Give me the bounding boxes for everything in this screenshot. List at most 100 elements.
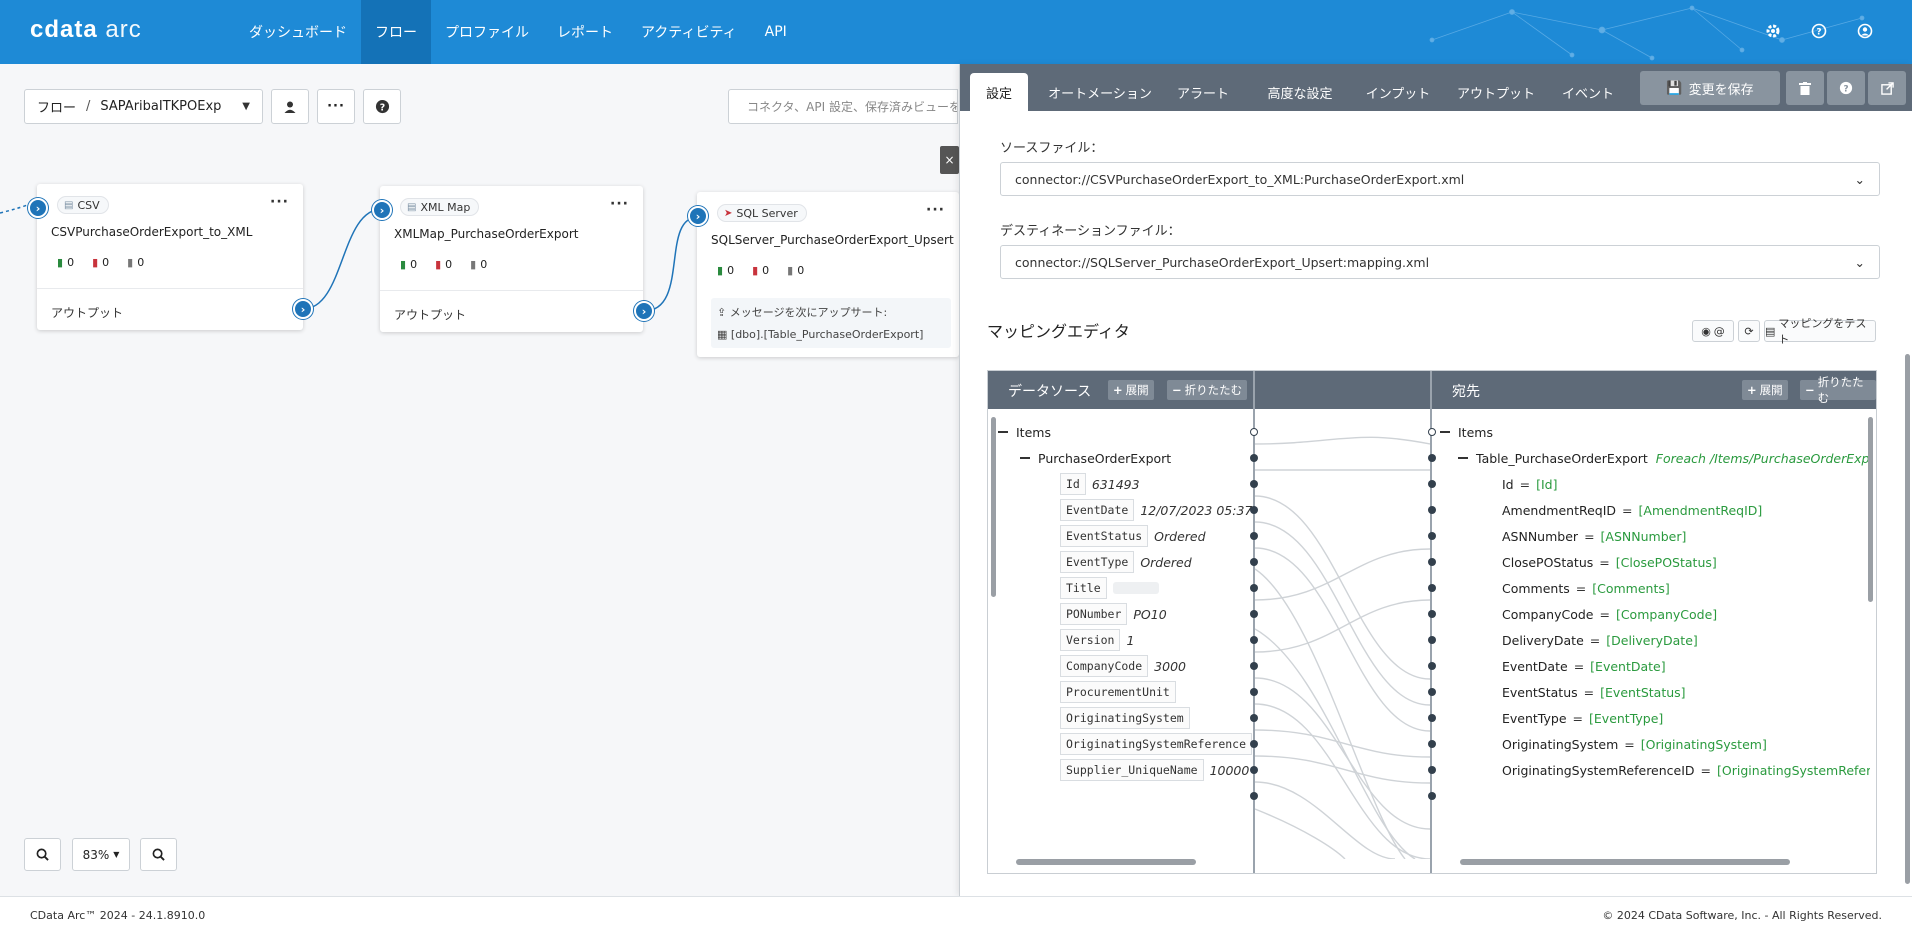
user-icon[interactable] bbox=[1854, 20, 1876, 42]
destination-field-expression[interactable]: [OriginatingSystemRefer bbox=[1717, 763, 1870, 778]
source-expand-button[interactable]: + 展開 bbox=[1108, 380, 1154, 400]
source-field-name[interactable]: Version bbox=[1060, 629, 1121, 651]
tab-input[interactable]: インプット bbox=[1354, 73, 1442, 111]
tab-alerts[interactable]: アラート bbox=[1160, 73, 1246, 111]
link-anchor-dot[interactable] bbox=[1250, 506, 1258, 514]
destination-field-row[interactable]: DeliveryDate = [DeliveryDate] bbox=[1502, 627, 1698, 653]
link-anchor-dot[interactable] bbox=[1428, 740, 1436, 748]
source-field-name[interactable]: EventType bbox=[1060, 551, 1135, 573]
tab-settings[interactable]: 設定 bbox=[970, 73, 1028, 111]
link-anchor-dot[interactable] bbox=[1428, 454, 1436, 462]
source-field-row[interactable]: EventType Ordered bbox=[1060, 549, 1192, 575]
source-collapse-button[interactable]: − 折りたたむ bbox=[1167, 380, 1248, 400]
link-anchor-dot[interactable] bbox=[1250, 766, 1258, 774]
destination-field-row[interactable]: OriginatingSystemReferenceID = [Originatin… bbox=[1502, 757, 1870, 783]
source-field-row[interactable]: OriginatingSystem bbox=[1060, 705, 1190, 731]
destination-field-expression[interactable]: [EventType] bbox=[1589, 711, 1663, 726]
destination-field-expression[interactable]: [ASNNumber] bbox=[1601, 529, 1687, 544]
link-anchor-dot[interactable] bbox=[1428, 558, 1436, 566]
open-external-button[interactable] bbox=[1868, 71, 1906, 105]
link-anchor-dot[interactable] bbox=[1250, 558, 1258, 566]
connector-card-xmlmap[interactable]: ▤ XML Map ··· XMLMap_PurchaseOrderExport… bbox=[380, 186, 643, 332]
destination-field-row[interactable]: Comments = [Comments] bbox=[1502, 575, 1670, 601]
destination-field-row[interactable]: EventType = [EventType] bbox=[1502, 705, 1663, 731]
source-field-row[interactable]: EventDate 12/07/2023 05:37 bbox=[1060, 497, 1252, 523]
connector-card-sqlserver[interactable]: ➤ SQL Server ··· SQLServer_PurchaseOrder… bbox=[697, 192, 959, 357]
card-menu-button[interactable]: ··· bbox=[926, 202, 945, 218]
link-anchor-dot[interactable] bbox=[1428, 688, 1436, 696]
refresh-button[interactable]: ⟳ bbox=[1738, 320, 1760, 342]
source-field-row[interactable]: Id 631493 bbox=[1060, 471, 1140, 497]
link-anchor-dot[interactable] bbox=[1428, 610, 1436, 618]
source-field-name[interactable]: Title bbox=[1060, 577, 1107, 599]
tab-events[interactable]: イベント bbox=[1550, 73, 1626, 111]
link-anchor-dot[interactable] bbox=[1428, 480, 1436, 488]
source-record-node[interactable]: PurchaseOrderExport bbox=[1020, 445, 1171, 471]
destination-field-expression[interactable]: [Comments] bbox=[1592, 581, 1670, 596]
destination-field-expression[interactable]: [OriginatingSystem] bbox=[1641, 737, 1767, 752]
nav-api[interactable]: API bbox=[751, 0, 801, 64]
source-field-row[interactable]: OriginatingSystemReference bbox=[1060, 731, 1253, 757]
destination-field-expression[interactable]: [CompanyCode] bbox=[1616, 607, 1717, 622]
destination-expand-button[interactable]: + 展開 bbox=[1742, 380, 1788, 400]
connector-search-input[interactable]: コネクタ、API 設定、保存済みビューを検 bbox=[728, 89, 958, 124]
destination-field-expression[interactable]: [ClosePOStatus] bbox=[1616, 555, 1717, 570]
destination-field-expression[interactable]: [Id] bbox=[1536, 477, 1557, 492]
link-anchor-dot[interactable] bbox=[1250, 480, 1258, 488]
destination-field-expression[interactable]: [DeliveryDate] bbox=[1606, 633, 1698, 648]
card-menu-button[interactable]: ··· bbox=[270, 194, 289, 210]
destination-field-row[interactable]: AmendmentReqID = [AmendmentReqID] bbox=[1502, 497, 1762, 523]
destination-vertical-scrollbar[interactable] bbox=[1868, 417, 1873, 602]
source-field-row[interactable]: Title bbox=[1060, 575, 1159, 601]
input-port[interactable]: › bbox=[688, 206, 708, 226]
link-anchor-dot[interactable] bbox=[1428, 662, 1436, 670]
card-menu-button[interactable]: ··· bbox=[610, 196, 629, 212]
source-field-name[interactable]: EventDate bbox=[1060, 499, 1135, 521]
nav-flow[interactable]: フロー bbox=[361, 0, 431, 64]
source-vertical-scrollbar[interactable] bbox=[991, 417, 996, 597]
link-anchor-dot[interactable] bbox=[1250, 428, 1258, 436]
link-anchor-dot[interactable] bbox=[1428, 792, 1436, 800]
link-anchor-dot[interactable] bbox=[1250, 610, 1258, 618]
toggle-view-button[interactable]: ◉ @ bbox=[1692, 320, 1734, 342]
more-options-button[interactable]: ··· bbox=[317, 89, 355, 124]
destination-file-select[interactable]: connector://SQLServer_PurchaseOrderExpor… bbox=[1000, 245, 1880, 279]
source-field-row[interactable]: Version 1 bbox=[1060, 627, 1134, 653]
panel-help-button[interactable]: ? bbox=[1827, 71, 1865, 105]
source-field-row[interactable]: PONumber PO10 bbox=[1060, 601, 1167, 627]
source-field-name[interactable]: OriginatingSystem bbox=[1060, 707, 1190, 729]
input-port[interactable]: › bbox=[372, 200, 392, 220]
source-field-row[interactable]: ProcurementUnit bbox=[1060, 679, 1176, 705]
source-field-row[interactable]: CompanyCode 3000 bbox=[1060, 653, 1186, 679]
tab-automation[interactable]: オートメーション bbox=[1040, 73, 1160, 111]
nav-activity[interactable]: アクティビティ bbox=[627, 0, 751, 64]
nav-dashboard[interactable]: ダッシュボード bbox=[235, 0, 361, 64]
source-field-row[interactable]: Supplier_UniqueName 10000 bbox=[1060, 757, 1249, 783]
destination-horizontal-scrollbar[interactable] bbox=[1460, 859, 1790, 865]
tab-advanced[interactable]: 高度な設定 bbox=[1246, 73, 1354, 111]
link-anchor-dot[interactable] bbox=[1428, 584, 1436, 592]
flow-breadcrumb-select[interactable]: フロー / SAPAribaITKPOExp ▼ bbox=[24, 89, 263, 124]
breadcrumb-root[interactable]: フロー bbox=[37, 97, 76, 116]
destination-field-row[interactable]: ASNNumber = [ASNNumber] bbox=[1502, 523, 1686, 549]
source-field-name[interactable]: CompanyCode bbox=[1060, 655, 1149, 677]
destination-root-node[interactable]: Items bbox=[1440, 419, 1493, 445]
gear-icon[interactable] bbox=[1762, 20, 1784, 42]
source-field-name[interactable]: PONumber bbox=[1060, 603, 1128, 625]
source-field-name[interactable]: EventStatus bbox=[1060, 525, 1149, 547]
zoom-out-button[interactable] bbox=[140, 838, 177, 871]
link-anchor-dot[interactable] bbox=[1428, 428, 1436, 436]
link-anchor-dot[interactable] bbox=[1250, 740, 1258, 748]
tab-output[interactable]: アウトプット bbox=[1442, 73, 1550, 111]
link-anchor-dot[interactable] bbox=[1428, 506, 1436, 514]
flow-help-button[interactable]: ? bbox=[363, 89, 401, 124]
destination-table-node[interactable]: Table_PurchaseOrderExport Foreach /Items/… bbox=[1458, 445, 1872, 471]
link-anchor-dot[interactable] bbox=[1250, 454, 1258, 462]
link-anchor-dot[interactable] bbox=[1428, 766, 1436, 774]
destination-field-expression[interactable]: [AmendmentReqID] bbox=[1639, 503, 1763, 518]
link-anchor-dot[interactable] bbox=[1250, 584, 1258, 592]
link-anchor-dot[interactable] bbox=[1250, 636, 1258, 644]
connector-card-csv[interactable]: ▤ CSV ··· CSVPurchaseOrderExport_to_XML … bbox=[37, 184, 303, 330]
input-port[interactable]: › bbox=[28, 198, 48, 218]
source-field-name[interactable]: OriginatingSystemReference bbox=[1060, 733, 1253, 755]
